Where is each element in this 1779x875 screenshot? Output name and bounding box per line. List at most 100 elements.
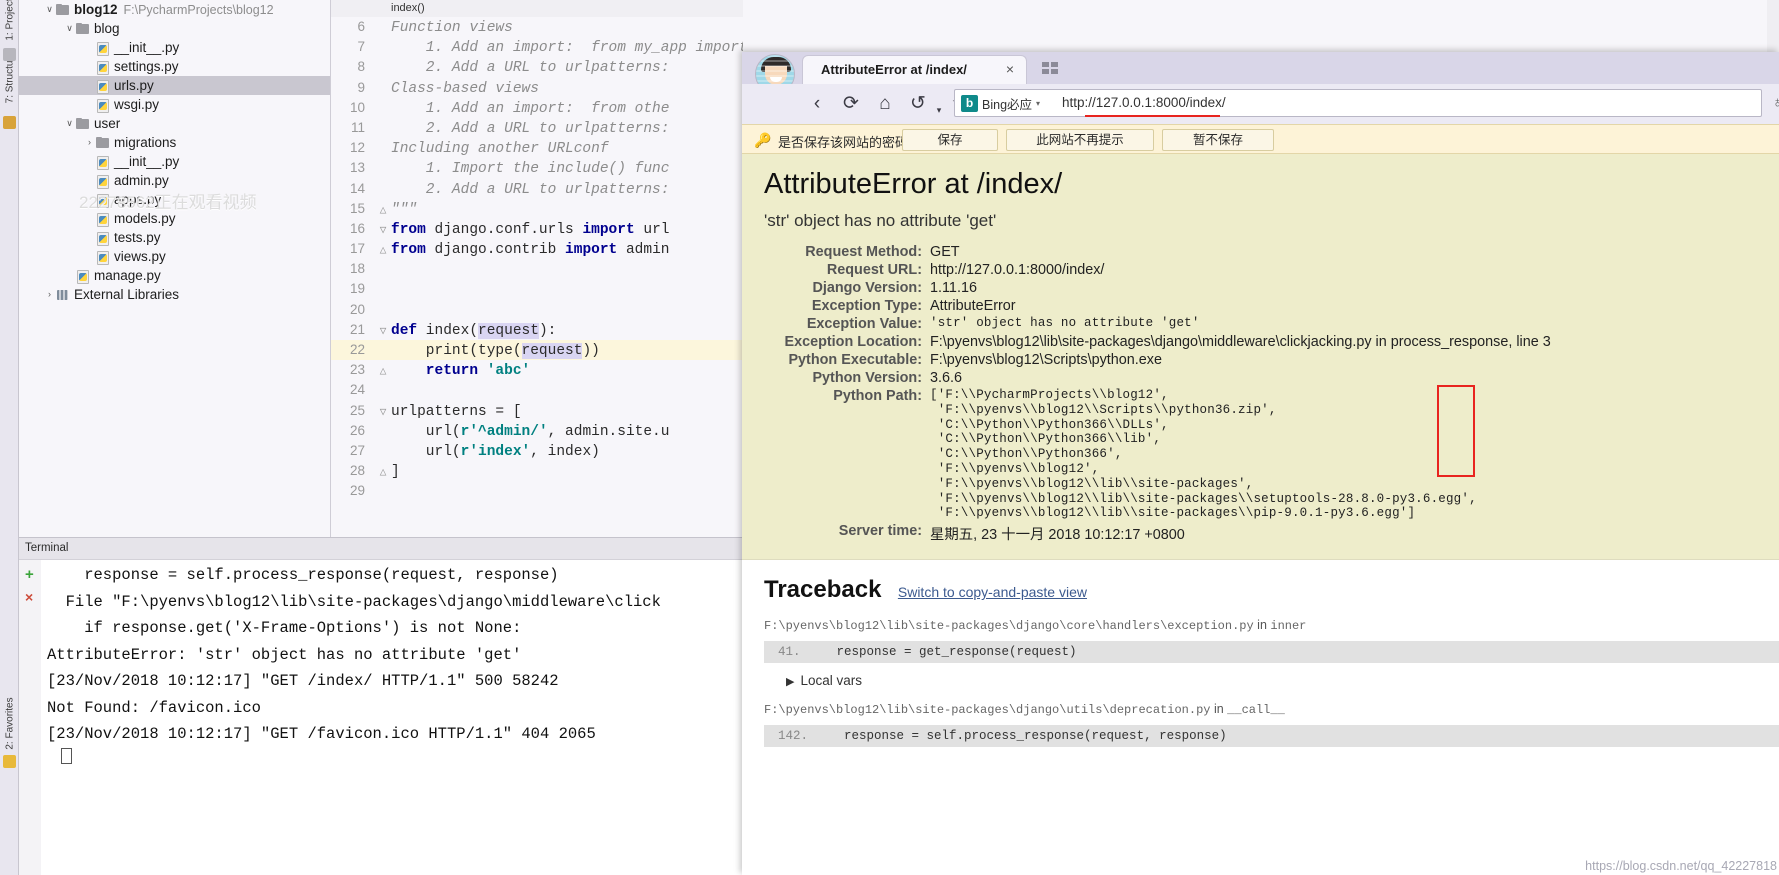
tree-item[interactable]: › migrations [19,133,330,152]
code-line[interactable]: 6 Function views [331,17,743,37]
terminal-tabbar[interactable]: Terminal [19,537,743,559]
tree-row-root[interactable]: ∨ blog12 F:\PycharmProjects\blog12 [19,0,330,19]
fold-marker-icon[interactable]: ▽ [375,322,391,342]
tree-item[interactable]: › External Libraries [19,285,330,304]
local-vars-toggle[interactable]: ▶ Local vars [764,673,1779,688]
page-subtitle: 'str' object has no attribute 'get' [764,211,997,230]
rail-tab-favorites[interactable]: 2: Favorites [5,692,16,756]
reload-icon[interactable]: ⟳ [838,92,864,116]
terminal-add-icon[interactable]: + [25,567,34,582]
code-line[interactable]: 15 △ """ [331,199,743,219]
line-number: 25 [349,402,365,418]
code-line[interactable]: 17 △ from django.contrib import admin [331,239,743,259]
line-number: 14 [349,180,365,196]
python-file-icon [76,270,91,284]
terminal-tab-label[interactable]: Terminal [19,538,743,554]
url-text[interactable]: http://127.0.0.1:8000/index/ [1062,95,1226,110]
code-token: 2. Add a URL to urlpatterns: [391,181,670,198]
tree-item[interactable]: admin.py [19,171,330,190]
tree-item[interactable]: views.py [19,247,330,266]
code-line[interactable]: 28 △] [331,461,743,481]
code-line[interactable]: 25 ▽ urlpatterns = [ [331,401,743,421]
tree-item[interactable]: apps.py [19,190,330,209]
tree-item[interactable]: tests.py [19,228,330,247]
line-number: 21 [349,321,365,337]
traceback-in-word: in [1253,618,1271,633]
code-editor-panel[interactable]: index() 6 Function views 7 1. Add an impor… [331,0,743,537]
code-line[interactable]: 27 url(r'index', index) [331,441,743,461]
back-icon[interactable]: ‹ [804,92,830,116]
switch-view-link[interactable]: Switch to copy-and-paste view [898,584,1087,600]
code-line[interactable]: 7 1. Add an import: from my_app import v… [331,37,743,57]
error-detail-label: Python Executable: [788,352,922,368]
code-line[interactable]: 18 [331,259,743,279]
code-line[interactable]: 23 △ return 'abc' [331,360,743,380]
tree-item-label: __init__.py [114,40,180,55]
address-bar[interactable]: b Bing必应 ▾ http://127.0.0.1:8000/index/ [954,89,1762,117]
save-password-button[interactable]: 保存 [902,129,998,151]
code-line[interactable]: 19 [331,279,743,299]
tree-item[interactable]: wsgi.py [19,95,330,114]
home-icon[interactable]: ⌂ [872,92,898,116]
code-line[interactable]: 13 1. Import the include() func [331,158,743,178]
chevron-down-icon[interactable]: ▾ [1036,99,1040,108]
code-line[interactable]: 21 ▽ def index(request): [331,320,743,340]
error-detail-label: Python Version: [812,370,922,386]
terminal-line: File "F:\pyenvs\blog12\lib\site-packages… [47,592,661,611]
mask-icon[interactable]: ♁ [1772,94,1779,111]
code-line[interactable]: 22 print(type(request)) [331,340,743,361]
tree-item[interactable]: settings.py [19,57,330,76]
rail-tab-project[interactable]: 1: Project [5,0,16,43]
code-line[interactable]: 11 2. Add a URL to urlpatterns: [331,118,743,138]
traceback-code-line[interactable]: 142. response = self.process_response(req… [764,725,1779,748]
code-lines[interactable]: 6 Function views 7 1. Add an import: from … [331,17,743,502]
grid-icon[interactable] [1042,62,1058,75]
code-line[interactable]: 20 [331,300,743,320]
code-line[interactable]: 16 ▽ from django.conf.urls import url [331,219,743,239]
expand-arrow-icon[interactable]: ∨ [63,19,76,38]
fold-marker-icon[interactable]: △ [375,463,391,483]
search-engine-badge[interactable]: b Bing必应 ▾ [961,94,1040,113]
fold-marker-icon[interactable]: △ [375,362,391,382]
code-line[interactable]: 14 2. Add a URL to urlpatterns: [331,179,743,199]
code-line[interactable]: 10 1. Add an import: from othe [331,98,743,118]
not-now-button[interactable]: 暂不保存 [1162,129,1274,151]
expand-arrow-icon[interactable]: ∨ [63,114,76,133]
terminal-line: if response.get('X-Frame-Options') is no… [47,619,522,637]
triangle-right-icon[interactable]: ▶ [786,676,794,688]
fold-marker-icon[interactable]: ▽ [375,403,391,423]
code-token: r'^admin/' [460,423,548,440]
tree-item[interactable]: models.py [19,209,330,228]
project-tree-panel[interactable]: ∨ blog12 F:\PycharmProjects\blog12 ∨ blog __… [19,0,331,537]
fold-marker-icon[interactable]: △ [375,241,391,261]
fold-marker-icon[interactable]: △ [375,201,391,221]
tree-item[interactable]: __init__.py [19,38,330,57]
expand-arrow-icon[interactable]: › [83,133,96,152]
error-detail-label: Request URL: [826,262,922,278]
code-line[interactable]: 24 [331,380,743,400]
tree-item[interactable]: manage.py [19,266,330,285]
code-line[interactable]: 8 2. Add a URL to urlpatterns: [331,57,743,77]
never-save-button[interactable]: 此网站不再提示 [1006,129,1154,151]
code-line[interactable]: 9 Class-based views [331,78,743,98]
terminal-panel[interactable]: + × response = self.process_response(req… [19,559,743,875]
code-line[interactable]: 29 [331,481,743,501]
tree-item[interactable]: urls.py [19,76,330,95]
code-token: import [582,221,635,238]
expand-arrow-icon[interactable]: › [43,285,56,304]
tree-item[interactable]: ∨ user [19,114,330,133]
fold-marker-icon[interactable]: ▽ [375,221,391,241]
browser-tab[interactable]: AttributeError at /index/ × [802,55,1027,84]
tree-item[interactable]: ∨ blog [19,19,330,38]
close-icon[interactable]: × [1006,61,1014,77]
code-line[interactable]: 12 Including another URLconf [331,138,743,158]
expand-arrow-icon[interactable]: ∨ [43,0,56,19]
tree-item-label: migrations [114,135,177,150]
code-line[interactable]: 26 url(r'^admin/', admin.site.u [331,421,743,441]
tree-item[interactable]: __init__.py [19,152,330,171]
terminal-close-icon[interactable]: × [25,590,33,604]
traceback-source: response = get_response(request) [836,645,1077,660]
traceback-line-number: 142. [778,729,809,744]
browser-window[interactable]: \u25be AttributeError at /index/ × ‹ ⟳ ⌂… [742,52,1779,875]
traceback-code-line[interactable]: 41. response = get_response(request) [764,641,1779,664]
